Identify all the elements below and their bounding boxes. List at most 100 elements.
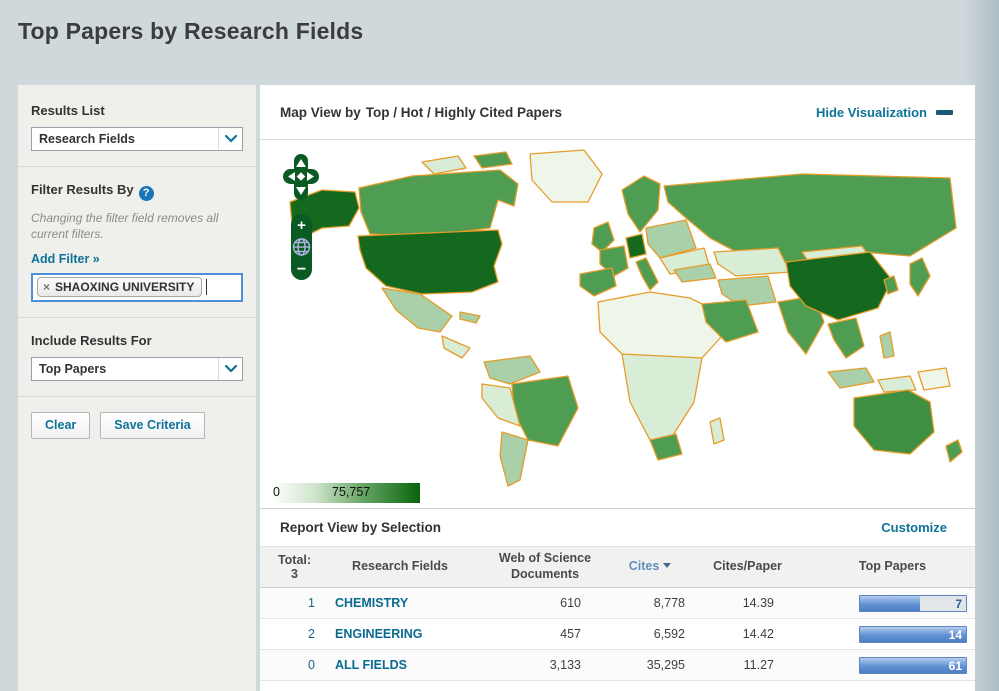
- region-colombia-venezuela: [484, 356, 540, 384]
- total-label: Total:: [264, 553, 325, 567]
- report-title: Report View by Selection: [280, 520, 441, 535]
- top-papers-bar: 14: [859, 626, 967, 643]
- filter-note: Changing the filter field removes all cu…: [31, 210, 243, 242]
- save-criteria-button[interactable]: Save Criteria: [100, 412, 204, 439]
- region-arctic-islands-2: [474, 152, 512, 168]
- cites-value: 8,778: [615, 596, 685, 610]
- region-arctic-islands: [422, 156, 466, 174]
- report-header: Report View by Selection Customize: [260, 509, 975, 547]
- chevron-down-icon: [218, 358, 242, 380]
- top-papers-value: 7: [955, 597, 962, 611]
- region-indochina: [828, 318, 864, 358]
- region-italy: [636, 258, 658, 290]
- region-indonesia-east: [878, 376, 916, 392]
- region-scandinavia: [622, 176, 660, 232]
- top-papers-value: 61: [949, 659, 962, 673]
- region-new-guinea: [918, 368, 950, 390]
- legend-min-value: 0: [273, 485, 280, 499]
- viz-title-prefix: Map View by: [280, 105, 361, 120]
- text-caret: [206, 279, 207, 295]
- world-choropleth-map[interactable]: [262, 140, 974, 492]
- cites-value: 35,295: [615, 658, 685, 672]
- region-cuba: [460, 312, 480, 323]
- column-header-cites-per-paper[interactable]: Cites/Paper: [685, 559, 810, 575]
- visualization-header: Map View byTop / Hot / Highly Cited Pape…: [260, 85, 975, 140]
- results-list-select[interactable]: Research Fields: [31, 127, 243, 151]
- top-papers-bar: 7: [859, 595, 967, 612]
- row-rank: 0: [260, 658, 325, 672]
- region-japan: [910, 258, 930, 296]
- cites-per-paper-value: 11.27: [685, 658, 810, 672]
- table-row: 1 CHEMISTRY 610 8,778 14.39 7: [260, 588, 975, 619]
- top-papers-value: 14: [949, 628, 962, 642]
- map-legend: 0 75,757: [270, 483, 420, 503]
- row-rank: 1: [260, 596, 325, 610]
- region-mexico: [382, 288, 452, 332]
- chevron-down-icon: [218, 128, 242, 150]
- legend-max-value: 75,757: [332, 485, 370, 499]
- column-header-cites[interactable]: Cites: [615, 559, 685, 575]
- region-madagascar: [710, 418, 724, 444]
- region-central-america: [442, 336, 470, 358]
- results-list-selected: Research Fields: [32, 132, 218, 146]
- remove-filter-icon[interactable]: ×: [43, 280, 50, 294]
- total-header: Total: 3: [260, 553, 325, 581]
- region-new-zealand: [946, 440, 962, 462]
- map-view[interactable]: + − 0 75,757: [260, 140, 975, 509]
- include-results-label: Include Results For: [31, 333, 243, 348]
- help-icon[interactable]: ?: [139, 186, 154, 201]
- column-header-research-fields[interactable]: Research Fields: [325, 559, 475, 575]
- filter-input[interactable]: × SHAOXING UNIVERSITY: [31, 273, 243, 302]
- region-uk: [592, 222, 614, 252]
- sidebar-divider: [18, 166, 256, 167]
- region-philippines: [880, 332, 894, 358]
- page-title: Top Papers by Research Fields: [18, 18, 363, 45]
- add-filter-link[interactable]: Add Filter »: [31, 252, 100, 266]
- region-kazakhstan: [714, 248, 790, 276]
- wos-documents-value: 610: [475, 596, 615, 610]
- results-list-label: Results List: [31, 103, 243, 118]
- pan-control: [283, 154, 319, 200]
- cites-value: 6,592: [615, 627, 685, 641]
- clear-button[interactable]: Clear: [31, 412, 90, 439]
- customize-link[interactable]: Customize: [881, 520, 947, 535]
- region-australia: [854, 390, 934, 454]
- zoom-control: + −: [291, 214, 312, 280]
- top-papers-bar-fill: [860, 596, 920, 611]
- field-link[interactable]: ALL FIELDS: [325, 658, 475, 672]
- region-central-africa: [622, 354, 702, 440]
- main-panel: Map View byTop / Hot / Highly Cited Pape…: [260, 85, 975, 691]
- include-results-select[interactable]: Top Papers: [31, 357, 243, 381]
- map-controls: + −: [280, 152, 324, 289]
- visualization-title: Map View byTop / Hot / Highly Cited Pape…: [280, 105, 562, 120]
- zoom-out-icon: −: [297, 261, 306, 278]
- hide-visualization-link[interactable]: Hide Visualization: [816, 105, 953, 120]
- filter-tag: × SHAOXING UNIVERSITY: [37, 277, 202, 297]
- column-header-top-papers[interactable]: Top Papers: [810, 559, 975, 575]
- filter-results-label: Filter Results By?: [31, 182, 243, 201]
- zoom-in-icon: +: [297, 217, 306, 234]
- column-header-wos-documents[interactable]: Web of Science Documents: [475, 551, 615, 582]
- field-link[interactable]: CHEMISTRY: [325, 596, 475, 610]
- wos-documents-value: 457: [475, 627, 615, 641]
- region-germany: [626, 234, 646, 258]
- cites-label: Cites: [629, 559, 660, 573]
- sort-desc-icon: [663, 563, 671, 568]
- top-papers-bar: 61: [859, 657, 967, 674]
- hide-visualization-label: Hide Visualization: [816, 105, 927, 120]
- collapse-minus-icon: [936, 110, 953, 115]
- sidebar-divider: [18, 396, 256, 397]
- wos-documents-value: 3,133: [475, 658, 615, 672]
- table-header-row: Total: 3 Research Fields Web of Science …: [260, 547, 975, 588]
- region-argentina: [500, 432, 528, 486]
- row-rank: 2: [260, 627, 325, 641]
- include-results-selected: Top Papers: [32, 362, 218, 376]
- region-usa: [358, 230, 502, 294]
- sidebar-divider: [18, 317, 256, 318]
- region-brazil: [512, 376, 578, 446]
- filter-results-label-text: Filter Results By: [31, 182, 134, 197]
- region-iberia: [580, 268, 616, 296]
- region-malaysia-indonesia: [828, 368, 874, 388]
- field-link[interactable]: ENGINEERING: [325, 627, 475, 641]
- filter-tag-label: SHAOXING UNIVERSITY: [55, 280, 194, 294]
